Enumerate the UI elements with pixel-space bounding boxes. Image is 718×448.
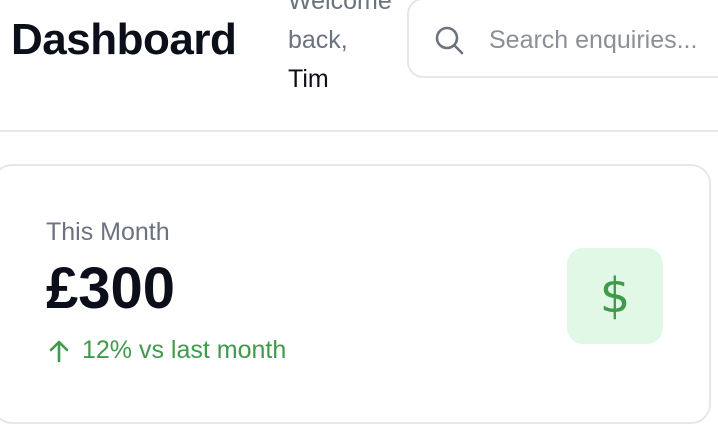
page-title: Dashboard (11, 15, 237, 64)
stat-value: £300 (46, 256, 176, 321)
stat-label: This Month (46, 218, 170, 246)
header: Dashboard Welcome back, Tim (0, 0, 718, 132)
stat-trend: 12% vs last month (46, 336, 286, 365)
dashboard-page: Dashboard Welcome back, Tim This Month £… (0, 0, 718, 448)
user-name: Tim (288, 65, 329, 93)
stat-badge: $ (567, 248, 663, 344)
search-box[interactable] (407, 0, 718, 78)
monthly-stat-card: This Month £300 12% vs last month $ (0, 164, 711, 424)
welcome-message: Welcome back, Tim (288, 0, 413, 99)
trend-text: 12% vs last month (82, 336, 287, 364)
search-input[interactable] (489, 18, 718, 62)
arrow-up-icon (49, 340, 69, 362)
search-icon (435, 26, 464, 55)
welcome-text: Welcome back, (288, 0, 392, 54)
dollar-icon: $ (599, 268, 631, 324)
